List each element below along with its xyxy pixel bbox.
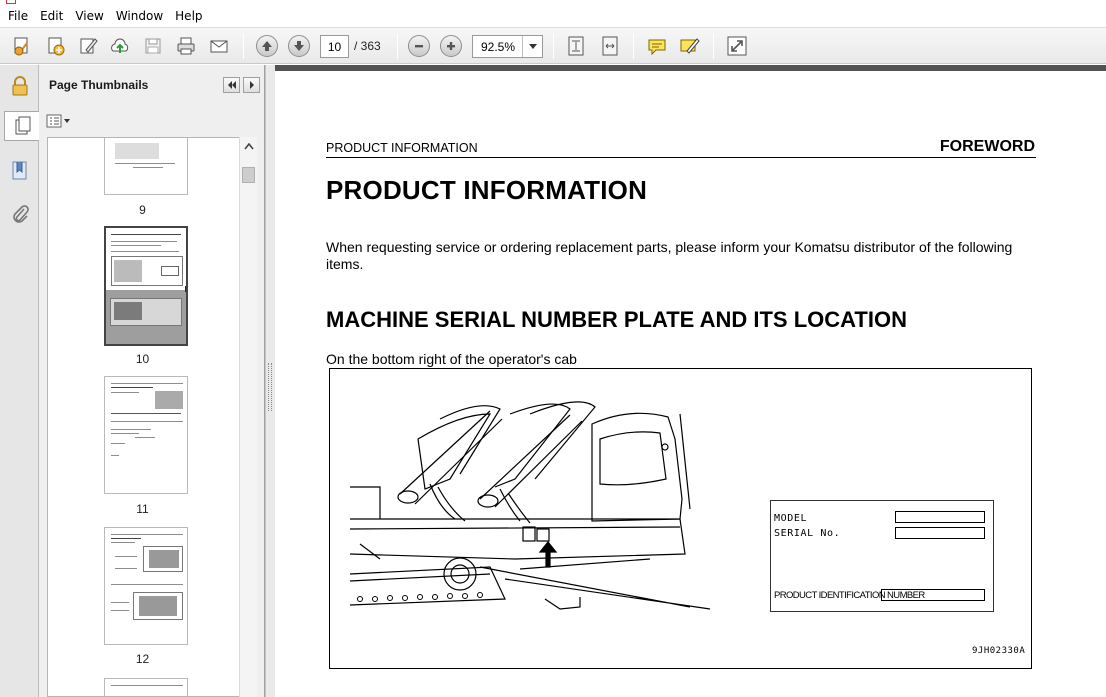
thumbnail-scrollbar[interactable] [239, 137, 257, 697]
toolbar-separator [713, 34, 714, 59]
thumbnail-page-selected[interactable] [104, 226, 188, 346]
toolbar-separator [243, 34, 244, 59]
intro-paragraph: When requesting service or ordering repl… [326, 239, 1013, 272]
thumbnail-page[interactable] [104, 376, 188, 494]
options-menu-icon[interactable] [46, 112, 72, 130]
save-icon[interactable] [141, 34, 165, 58]
thumbnail-label: 11 [136, 502, 149, 516]
chevron-down-icon[interactable] [522, 36, 542, 57]
page-number-input[interactable] [320, 35, 349, 58]
scrollbar-thumb[interactable] [242, 167, 255, 183]
collapse-panel-icon[interactable] [223, 77, 240, 93]
section-heading: MACHINE SERIAL NUMBER PLATE AND ITS LOCA… [326, 307, 907, 332]
panel-title: Page Thumbnails [49, 78, 149, 92]
attachment-icon[interactable] [4, 199, 35, 229]
prev-page-icon[interactable] [256, 35, 278, 57]
figure-caption: On the bottom right of the operator's ca… [326, 351, 577, 367]
thumbnail-page[interactable] [104, 527, 188, 645]
fit-page-icon[interactable] [564, 34, 588, 58]
thumbnail-label: 9 [139, 203, 146, 217]
toolbar-separator [397, 34, 398, 59]
menu-bar: File Edit View Window Help [0, 6, 1106, 27]
lock-icon[interactable] [4, 71, 35, 101]
thumbnails-header: Page Thumbnails [39, 65, 265, 105]
figure-illustration: MODEL SERIAL No. PRODUCT IDENTIFICATION … [329, 368, 1032, 669]
create-pdf-icon[interactable] [10, 34, 34, 58]
menu-window[interactable]: Window [110, 6, 169, 27]
running-header-right: FOREWORD [939, 138, 1035, 155]
bookmark-icon[interactable] [4, 156, 35, 186]
comment-icon[interactable] [645, 34, 669, 58]
pdf-page: PRODUCT INFORMATION FOREWORD PRODUCT INF… [275, 71, 1106, 697]
menu-view[interactable]: View [69, 6, 109, 27]
plate-model-field [895, 511, 985, 523]
fullscreen-icon[interactable] [725, 34, 749, 58]
toolbar-separator [553, 34, 554, 59]
print-icon[interactable] [174, 34, 198, 58]
splitter-grip-icon[interactable] [268, 363, 272, 411]
page-total: / 363 [354, 39, 381, 53]
menu-help[interactable]: Help [169, 6, 208, 27]
figure-code: 9JH02330A [972, 646, 1026, 656]
plate-serial-field [895, 527, 985, 539]
toolbar: / 363 [0, 27, 1106, 64]
menu-file[interactable]: File [2, 6, 34, 27]
page-title: PRODUCT INFORMATION [326, 175, 648, 205]
zoom-out-icon[interactable] [408, 35, 430, 57]
next-page-icon[interactable] [288, 35, 310, 57]
page-thumbnails-icon[interactable] [4, 111, 40, 141]
scroll-up-icon[interactable] [244, 143, 254, 150]
attach-icon[interactable] [43, 34, 67, 58]
thumbnails-panel: Page Thumbnails 9 10 11 12 [39, 65, 265, 697]
email-icon[interactable] [207, 34, 231, 58]
header-rule [326, 157, 1036, 158]
plate-pin-field [881, 589, 985, 601]
thumbnail-label: 12 [135, 652, 150, 666]
panel-splitter[interactable] [265, 65, 275, 697]
thumbnail-page[interactable] [104, 138, 188, 195]
thumbnail-page[interactable] [104, 678, 188, 696]
expand-panel-icon[interactable] [243, 77, 260, 93]
sign-icon[interactable] [76, 34, 100, 58]
plate-model-label: MODEL [774, 513, 808, 524]
serial-number-plate: MODEL SERIAL No. PRODUCT IDENTIFICATION … [770, 500, 994, 612]
highlight-icon[interactable] [677, 34, 701, 58]
menu-edit[interactable]: Edit [34, 6, 69, 27]
zoom-in-icon[interactable] [440, 35, 462, 57]
adobe-reader-icon [6, 0, 16, 4]
running-header-left: PRODUCT INFORMATION [326, 141, 478, 155]
zoom-select[interactable] [472, 35, 543, 58]
navigation-rail [0, 65, 40, 697]
document-viewport[interactable]: PRODUCT INFORMATION FOREWORD PRODUCT INF… [275, 65, 1106, 697]
toolbar-separator [633, 34, 634, 59]
upload-icon[interactable] [108, 34, 132, 58]
fit-width-icon[interactable] [598, 34, 622, 58]
zoom-input[interactable] [473, 36, 523, 57]
plate-serial-label: SERIAL No. [774, 528, 841, 539]
thumbnail-list[interactable]: 9 10 11 12 [47, 137, 252, 697]
thumbnail-label: 10 [135, 352, 150, 366]
